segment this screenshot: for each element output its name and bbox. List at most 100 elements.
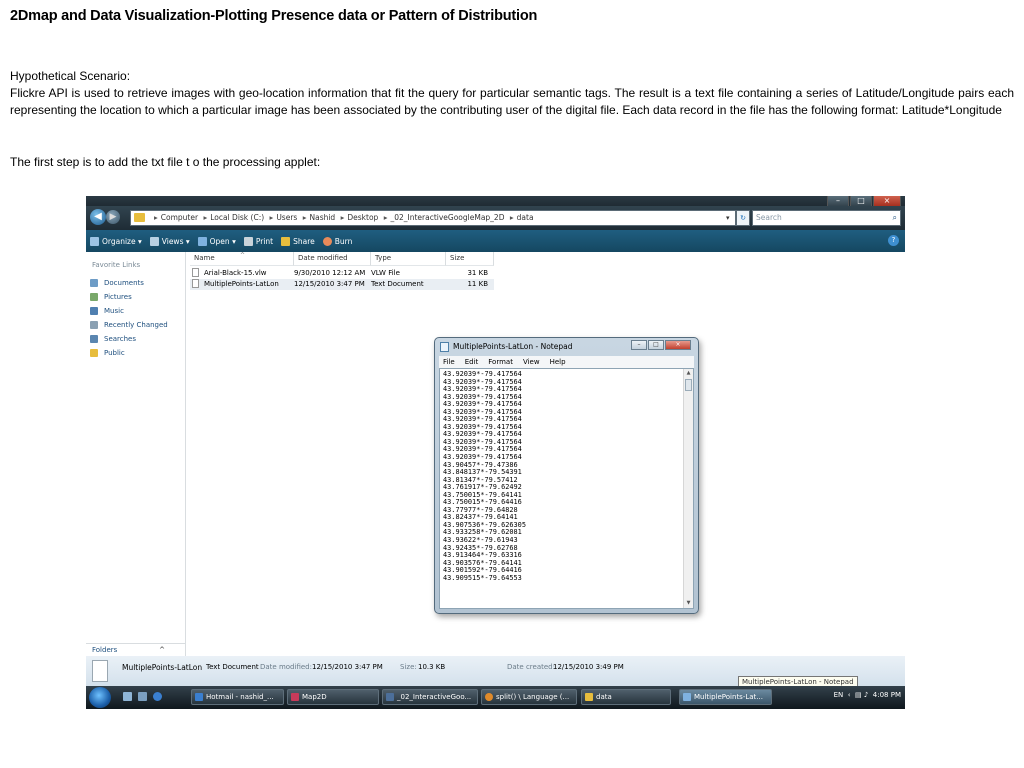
back-icon[interactable]: ◀	[90, 209, 106, 225]
notepad-maximize-button[interactable]: □	[648, 340, 664, 350]
music-icon	[90, 307, 98, 315]
scroll-up-icon[interactable]: ▲	[684, 369, 693, 378]
favorite-link-public[interactable]: Public	[90, 346, 168, 360]
notepad-text-area[interactable]: 43.92039*-79.417564 43.92039*-79.417564 43…	[439, 368, 694, 609]
notepad-title: MultiplePoints-LatLon - Notepad	[453, 342, 573, 351]
breadcrumb[interactable]: ▸ Computer ▸ Local Disk (C:) ▸ Users ▸ Nashi…	[130, 210, 736, 226]
printer-icon	[243, 236, 253, 246]
page-title: 2Dmap and Data Visualization-Plotting Pr…	[10, 8, 538, 24]
show-desktop-icon[interactable]	[123, 692, 132, 701]
taskbar-button-firefox[interactable]: split() \ Language (...	[481, 689, 577, 705]
scroll-thumb[interactable]	[685, 379, 692, 391]
app-icon	[291, 693, 299, 701]
details-file-type: Text Document	[206, 663, 259, 671]
taskbar-button-map2d[interactable]: Map2D	[287, 689, 379, 705]
language-indicator[interactable]: EN	[834, 691, 844, 699]
volume-icon[interactable]: ♪	[864, 691, 868, 699]
folder-icon	[134, 213, 145, 222]
folders-toggle[interactable]: Folders ^	[86, 643, 186, 656]
taskbar-button-data-folder[interactable]: data	[581, 689, 671, 705]
sort-arrow-icon: ^	[240, 252, 246, 259]
breadcrumb-item[interactable]: Desktop	[347, 213, 378, 222]
breadcrumb-item[interactable]: _02_InteractiveGoogleMap_2D	[390, 213, 504, 222]
favorite-link-searches[interactable]: Searches	[90, 332, 168, 346]
organize-button[interactable]: Organize ▾	[90, 236, 142, 246]
search-input[interactable]: Search ⌕	[752, 210, 901, 226]
favorite-link-recently-changed[interactable]: Recently Changed	[90, 318, 168, 332]
menu-edit[interactable]: Edit	[465, 356, 479, 368]
open-button[interactable]: Open ▾	[197, 236, 236, 246]
favorite-link-pictures[interactable]: Pictures	[90, 290, 168, 304]
breadcrumb-item[interactable]: Nashid	[309, 213, 335, 222]
start-button-icon[interactable]	[89, 687, 111, 708]
file-icon	[192, 268, 199, 277]
column-header-size[interactable]: Size	[446, 252, 494, 266]
notepad-menu-bar: File Edit Format View Help	[439, 356, 694, 368]
explorer-screenshot: – □ × ◀ ▶ ▸ Computer ▸ Local Disk (C:) ▸ Us…	[86, 196, 905, 709]
breadcrumb-item[interactable]: data	[517, 213, 534, 222]
favorite-link-documents[interactable]: Documents	[90, 276, 168, 290]
folder-icon	[585, 693, 593, 701]
favorite-links-list: Documents Pictures Music Recently Change…	[90, 276, 168, 360]
file-row[interactable]: MultiplePoints-LatLon 12/15/2010 3:47 PM…	[190, 279, 494, 290]
pictures-icon	[90, 293, 98, 301]
notepad-scrollbar[interactable]: ▲ ▼	[683, 369, 693, 608]
notepad-close-button[interactable]: ×	[665, 340, 691, 350]
search-icon[interactable]: ⌕	[893, 211, 897, 225]
notepad-window[interactable]: MultiplePoints-LatLon - Notepad – □ × Fi…	[434, 337, 699, 614]
scroll-down-icon[interactable]: ▼	[684, 599, 693, 608]
details-date-created: 12/15/2010 3:49 PM	[553, 663, 624, 671]
menu-format[interactable]: Format	[488, 356, 513, 368]
recently-changed-icon	[90, 321, 98, 329]
details-file-name: MultiplePoints-LatLon	[122, 663, 203, 672]
notepad-minimize-button[interactable]: –	[631, 340, 647, 350]
help-icon[interactable]: ?	[888, 235, 899, 246]
column-header-type[interactable]: Type	[371, 252, 446, 266]
taskbar-button-notepad[interactable]: MultiplePoints-Lat...	[679, 689, 772, 705]
notepad-line: 43.909515*-79.64553	[443, 573, 522, 582]
favorite-link-music[interactable]: Music	[90, 304, 168, 318]
notepad-lines: 43.92039*-79.417564 43.92039*-79.417564 43…	[443, 370, 526, 582]
breadcrumb-item[interactable]: Computer	[161, 213, 198, 222]
clock[interactable]: 4:08 PM	[873, 691, 901, 699]
text-document-icon	[192, 279, 199, 288]
column-header-name[interactable]: Name ^	[190, 252, 294, 266]
menu-help[interactable]: Help	[550, 356, 566, 368]
burn-button[interactable]: Burn	[322, 236, 352, 246]
network-icon[interactable]: ▤	[855, 691, 862, 699]
details-date-modified-label: Date modified:	[260, 663, 312, 671]
column-header-date-modified[interactable]: Date modified	[294, 252, 371, 266]
tray-expand-icon[interactable]: ‹	[846, 691, 853, 699]
breadcrumb-item[interactable]: Local Disk (C:)	[210, 213, 264, 222]
browser-icon[interactable]	[153, 692, 162, 701]
scenario-heading: Hypothetical Scenario:	[10, 69, 131, 83]
system-tray: EN ‹ ▤ ♪ 4:08 PM	[834, 691, 901, 699]
menu-file[interactable]: File	[443, 356, 455, 368]
file-row[interactable]: Arial-Black-15.vlw 9/30/2010 12:12 AM VL…	[190, 268, 494, 279]
taskbar: Hotmail - nashid_... Map2D _02_Interacti…	[86, 686, 905, 709]
details-size: 10.3 KB	[418, 663, 446, 671]
chevron-up-icon: ^	[159, 646, 165, 654]
first-step-text: The first step is to add the txt file t …	[10, 155, 321, 169]
scenario-body: Flickre API is used to retrieve images w…	[10, 86, 1014, 117]
favorite-links-heading: Favorite Links	[92, 261, 141, 269]
refresh-icon[interactable]: ↻	[736, 210, 750, 226]
search-placeholder: Search	[756, 213, 782, 222]
menu-view[interactable]: View	[523, 356, 540, 368]
address-dropdown-icon[interactable]: ▾	[726, 210, 736, 226]
organize-icon	[90, 236, 99, 246]
firefox-icon	[485, 693, 493, 701]
taskbar-button-hotmail[interactable]: Hotmail - nashid_...	[191, 689, 284, 705]
command-toolbar: Organize ▾ Views ▾ Open ▾ Print Share Bu…	[86, 230, 905, 252]
forward-icon[interactable]: ▶	[106, 210, 120, 224]
views-button[interactable]: Views ▾	[149, 236, 190, 246]
views-icon	[149, 236, 159, 246]
switch-windows-icon[interactable]	[138, 692, 147, 701]
searches-icon	[90, 335, 98, 343]
public-folder-icon	[90, 349, 98, 357]
print-button[interactable]: Print	[243, 236, 273, 246]
taskbar-button-processing[interactable]: _02_InteractiveGoo...	[382, 689, 478, 705]
burn-disc-icon	[322, 236, 332, 246]
breadcrumb-item[interactable]: Users	[276, 213, 297, 222]
share-button[interactable]: Share	[281, 236, 315, 246]
